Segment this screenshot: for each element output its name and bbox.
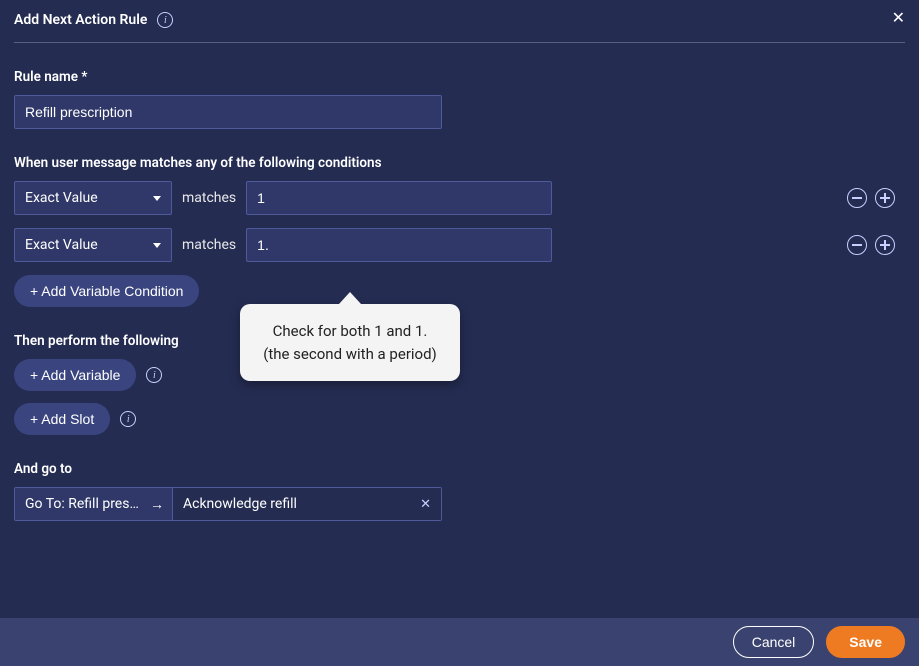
goto-target-label: Acknowledge refill [183, 496, 297, 512]
matches-keyword: matches [182, 237, 236, 253]
chevron-down-icon [153, 196, 161, 201]
tooltip-line: Check for both 1 and 1. [254, 320, 446, 343]
add-variable-button[interactable]: + Add Variable [14, 359, 136, 391]
goto-heading: And go to [14, 461, 905, 477]
rule-name-label: Rule name * [14, 69, 905, 85]
condition-value-input[interactable] [246, 181, 552, 215]
info-icon[interactable]: i [157, 12, 173, 28]
conditions-heading: When user message matches any of the fol… [14, 155, 905, 171]
goto-target: Acknowledge refill ✕ [173, 488, 441, 520]
close-icon[interactable]: ✕ [892, 10, 905, 26]
condition-operator-value: Exact Value [25, 237, 98, 253]
chevron-down-icon [153, 243, 161, 248]
remove-condition-button[interactable] [847, 235, 867, 255]
condition-row: Exact Value matches [14, 181, 905, 215]
clear-goto-icon[interactable]: ✕ [420, 497, 431, 512]
goto-select-label: Go To: Refill prescri… [25, 496, 146, 512]
plus-icon [880, 193, 890, 203]
minus-icon [852, 244, 862, 246]
condition-operator-select[interactable]: Exact Value [14, 228, 172, 262]
add-condition-button[interactable] [875, 235, 895, 255]
dialog-header: Add Next Action Rule i [14, 12, 905, 43]
goto-picker: Go To: Refill prescri… → Acknowledge ref… [14, 487, 442, 521]
minus-icon [852, 197, 862, 199]
condition-row: Exact Value matches [14, 228, 905, 262]
add-slot-button[interactable]: + Add Slot [14, 403, 110, 435]
rule-name-input[interactable] [14, 95, 442, 129]
arrow-right-icon: → [150, 496, 164, 513]
tooltip-line: (the second with a period) [254, 343, 446, 366]
matches-keyword: matches [182, 190, 236, 206]
condition-operator-value: Exact Value [25, 190, 98, 206]
instruction-tooltip: Check for both 1 and 1. (the second with… [240, 304, 460, 381]
condition-value-input[interactable] [246, 228, 552, 262]
add-condition-button[interactable] [875, 188, 895, 208]
dialog-title: Add Next Action Rule [14, 12, 147, 28]
dialog-footer: Cancel Save [0, 618, 919, 666]
goto-select[interactable]: Go To: Refill prescri… → [15, 488, 173, 520]
remove-condition-button[interactable] [847, 188, 867, 208]
info-icon[interactable]: i [146, 367, 162, 383]
info-icon[interactable]: i [120, 411, 136, 427]
save-button[interactable]: Save [826, 626, 905, 658]
add-variable-condition-button[interactable]: + Add Variable Condition [14, 275, 199, 307]
condition-operator-select[interactable]: Exact Value [14, 181, 172, 215]
plus-icon [880, 240, 890, 250]
cancel-button[interactable]: Cancel [733, 626, 815, 658]
